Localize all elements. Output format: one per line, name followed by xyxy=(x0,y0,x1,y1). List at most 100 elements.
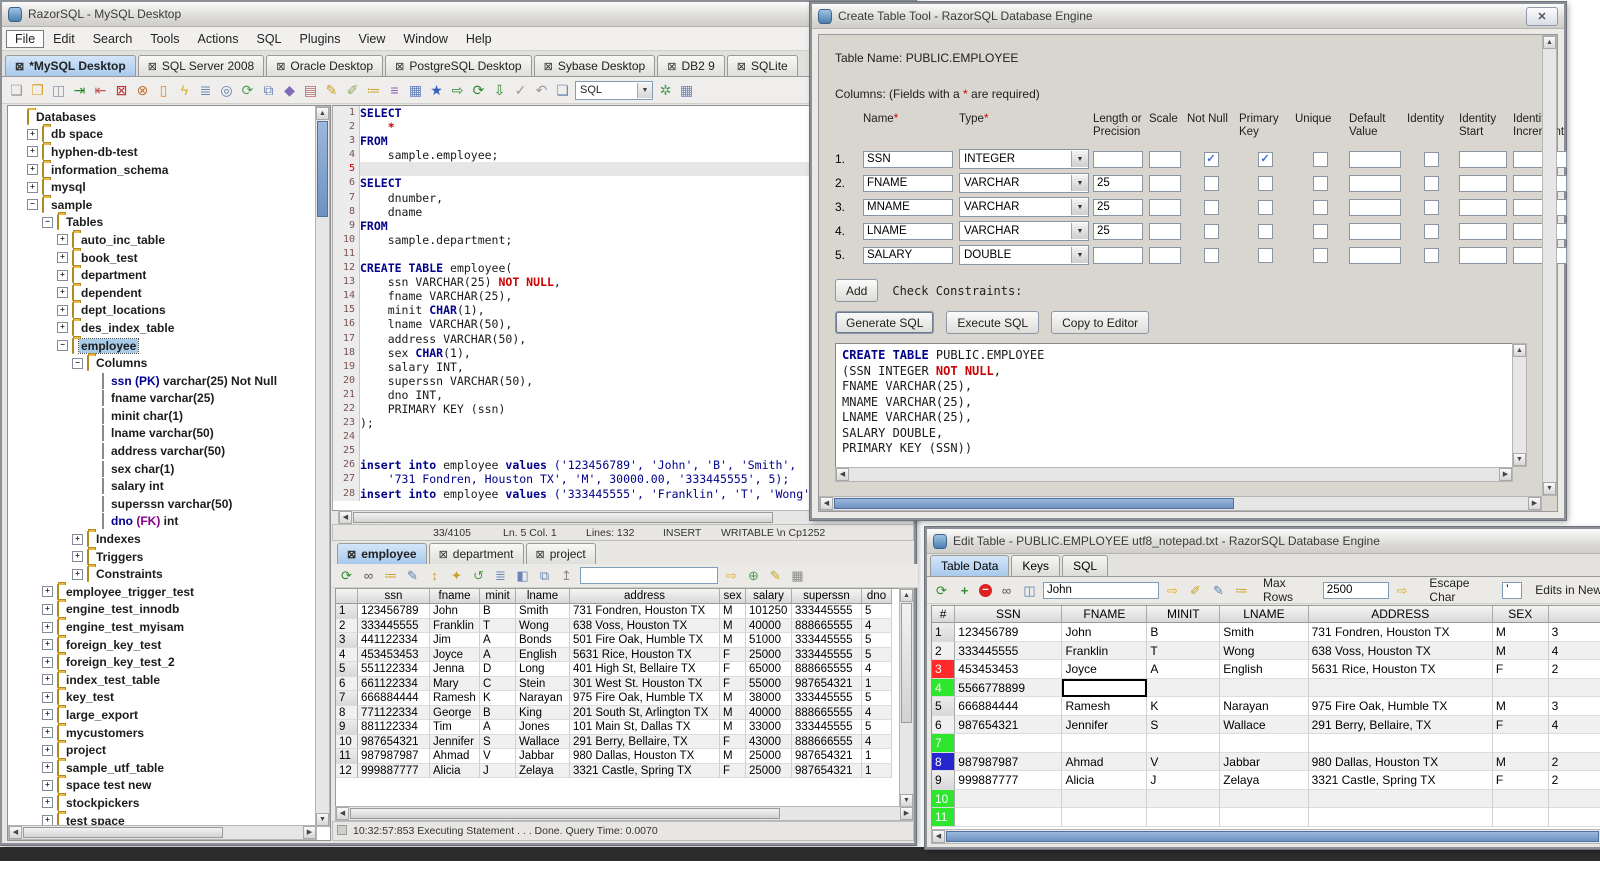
tree-item-large-export[interactable]: + large_export xyxy=(10,706,315,724)
identity-increment-input[interactable] xyxy=(1513,246,1567,264)
edit-table-row[interactable]: 9 999887777 Alicia J Zelaya 3321 Castle, Spri… xyxy=(932,771,1600,790)
select-arrow-icon[interactable]: ▼ xyxy=(1071,175,1088,191)
edit-cell[interactable]: 975 Fire Oak, Humble TX xyxy=(1308,697,1493,716)
identity-checkbox[interactable] xyxy=(1423,247,1439,263)
edit-cell[interactable]: B xyxy=(1147,623,1221,642)
expander-expand-icon[interactable]: + xyxy=(42,727,53,739)
edit-results-icon[interactable]: ✎ xyxy=(767,567,784,584)
expander-expand-icon[interactable]: + xyxy=(42,762,53,774)
scroll-left-icon[interactable]: ◀ xyxy=(9,826,22,839)
tree-item-book-test[interactable]: + book_test xyxy=(10,249,315,267)
primary-key-checkbox[interactable] xyxy=(1257,175,1273,191)
editor-hscroll-thumb[interactable] xyxy=(353,512,773,523)
results-search-input[interactable] xyxy=(580,567,718,584)
tree-item-information-schema[interactable]: + information_schema xyxy=(10,161,315,179)
edit-cell[interactable]: Wallace xyxy=(1220,715,1309,734)
column-name-input[interactable] xyxy=(863,174,953,192)
database-icon[interactable]: ▯ xyxy=(155,82,172,99)
tree-item-sex-char-1[interactable]: sex char(1) xyxy=(10,460,315,478)
column-name-input[interactable] xyxy=(863,246,953,264)
edit-table-row[interactable]: 11 xyxy=(932,808,1600,827)
refresh-results-icon[interactable]: ⟳ xyxy=(338,567,355,584)
tree-item-ssn-pk-varchar-25-not-null[interactable]: ssn (PK) varchar(25) Not Null xyxy=(10,372,315,390)
edit-cell[interactable] xyxy=(1062,789,1148,808)
expander-expand-icon[interactable]: + xyxy=(42,603,53,615)
expander-expand-icon[interactable]: + xyxy=(57,269,68,281)
expander-expand-icon[interactable]: + xyxy=(42,639,53,651)
column-type-select[interactable]: VARCHAR ▼ xyxy=(959,197,1089,217)
not-null-checkbox[interactable]: ✓ xyxy=(1203,151,1219,167)
scroll-left-icon[interactable]: ◀ xyxy=(836,468,849,481)
edit-cell[interactable]: 731 Fondren, Houston TX xyxy=(1308,623,1493,642)
menu-plugins[interactable]: Plugins xyxy=(291,30,350,48)
main-title-bar[interactable]: RazorSQL - MySQL Desktop xyxy=(2,2,914,27)
results-row[interactable]: 6 661122334 Mary C Stein 301 West St. Houston… xyxy=(336,676,901,691)
tree-item-address-varchar-50[interactable]: address varchar(50) xyxy=(10,442,315,460)
expander-expand-icon[interactable]: + xyxy=(57,287,68,299)
execute-sql-button[interactable]: Execute SQL xyxy=(946,311,1040,334)
close-tab-icon[interactable]: ⊠ xyxy=(395,60,404,73)
tree-item-dependent[interactable]: + dependent xyxy=(10,284,315,302)
not-null-checkbox[interactable] xyxy=(1203,223,1219,239)
edit-cell[interactable]: F xyxy=(1492,715,1549,734)
find-in-file-icon[interactable]: ◎ xyxy=(218,82,235,99)
result-tab-employee[interactable]: ⊠ employee xyxy=(337,543,427,564)
edit-cell[interactable]: John xyxy=(1062,623,1148,642)
results-header-ssn[interactable]: ssn xyxy=(358,589,430,604)
edit-cell[interactable]: Jennifer xyxy=(1062,715,1148,734)
add-row-icon[interactable]: + xyxy=(956,582,973,599)
expander-expand-icon[interactable]: + xyxy=(27,146,38,158)
filter-sql-icon[interactable]: ≔ xyxy=(365,82,382,99)
results-row[interactable]: 12 999887777 Alicia J Zelaya 3321 Castle, Spr… xyxy=(336,763,901,778)
expander-expand-icon[interactable]: + xyxy=(27,164,38,176)
identity-start-input[interactable] xyxy=(1459,198,1507,216)
grid-icon[interactable]: ▦ xyxy=(678,82,695,99)
edit-table-grid[interactable]: # SSN FNAME MINIT LNAME ADDRESS SEX 1 123456789 J… xyxy=(931,605,1600,831)
edit-cell[interactable]: Franklin xyxy=(1062,641,1148,660)
tree-item-minit-char-1[interactable]: minit char(1) xyxy=(10,407,315,425)
edit-table-row[interactable]: 3 453453453 Joyce A English 5631 Rice, Housto… xyxy=(932,660,1600,679)
connection-tab-mysql-desktop[interactable]: ⊠ *MySQL Desktop xyxy=(5,55,136,76)
tree-item-test-space[interactable]: + test space xyxy=(10,812,315,825)
select-arrow-icon[interactable]: ▼ xyxy=(1071,223,1088,239)
scroll-left-icon[interactable]: ◀ xyxy=(339,511,352,524)
row-search-input[interactable] xyxy=(1043,581,1159,599)
edit-header-lname[interactable]: LNAME xyxy=(1220,606,1309,623)
edit-cell[interactable]: Jabbar xyxy=(1220,752,1309,771)
edit-table-row[interactable]: 2 333445555 Franklin T Wong 638 Voss, Houston… xyxy=(932,641,1600,660)
length-precision-input[interactable] xyxy=(1093,198,1143,216)
scroll-down-icon[interactable]: ▼ xyxy=(1513,453,1526,466)
column-type-select[interactable]: DOUBLE ▼ xyxy=(959,245,1089,265)
results-vertical-scrollbar[interactable]: ▲ ▼ xyxy=(899,588,914,808)
copy-to-editor-button[interactable]: Copy to Editor xyxy=(1051,311,1150,334)
not-null-checkbox[interactable] xyxy=(1203,247,1219,263)
menu-file[interactable]: File xyxy=(6,29,45,48)
execute-all-icon[interactable]: ⟳ xyxy=(470,82,487,99)
edit-cell[interactable] xyxy=(1062,678,1148,697)
connection-tab-sybase-desktop[interactable]: ⊠ Sybase Desktop xyxy=(533,55,656,76)
list-view-icon[interactable]: ≣ xyxy=(492,567,509,584)
edit-cell[interactable]: Wong xyxy=(1220,641,1309,660)
tree-item-sample-utf-table[interactable]: + sample_utf_table xyxy=(10,759,315,777)
tree-item-index-test-table[interactable]: + index_test_table xyxy=(10,671,315,689)
edit-table-row[interactable]: 8 987987987 Ahmad V Jabbar 980 Dallas, Housto… xyxy=(932,752,1600,771)
tree-item-des-index-table[interactable]: + des_index_table xyxy=(10,319,315,337)
default-value-input[interactable] xyxy=(1349,198,1401,216)
tree-item-stockpickers[interactable]: + stockpickers xyxy=(10,794,315,812)
column-name-input[interactable] xyxy=(863,150,953,168)
edit-cell[interactable] xyxy=(1220,734,1309,753)
tree-item-space-test-new[interactable]: + space test new xyxy=(10,777,315,795)
tree-item-columns[interactable]: − Columns xyxy=(10,354,315,372)
select-arrow-icon[interactable]: ▼ xyxy=(1071,199,1088,215)
expander-expand-icon[interactable]: + xyxy=(72,568,83,580)
edit-cell[interactable]: English xyxy=(1220,660,1309,679)
not-null-checkbox[interactable] xyxy=(1203,199,1219,215)
edit-cell[interactable]: S xyxy=(1147,715,1221,734)
identity-checkbox[interactable] xyxy=(1423,151,1439,167)
connection-tab-sql-server-2008[interactable]: ⊠ SQL Server 2008 xyxy=(137,55,265,76)
scale-input[interactable] xyxy=(1149,198,1181,216)
results-header-sex[interactable]: sex xyxy=(720,589,746,604)
edit-cell[interactable]: V xyxy=(1147,752,1221,771)
results-row[interactable]: 8 771122334 George B King 201 South St, Arlin… xyxy=(336,705,901,720)
menu-edit[interactable]: Edit xyxy=(44,30,84,48)
